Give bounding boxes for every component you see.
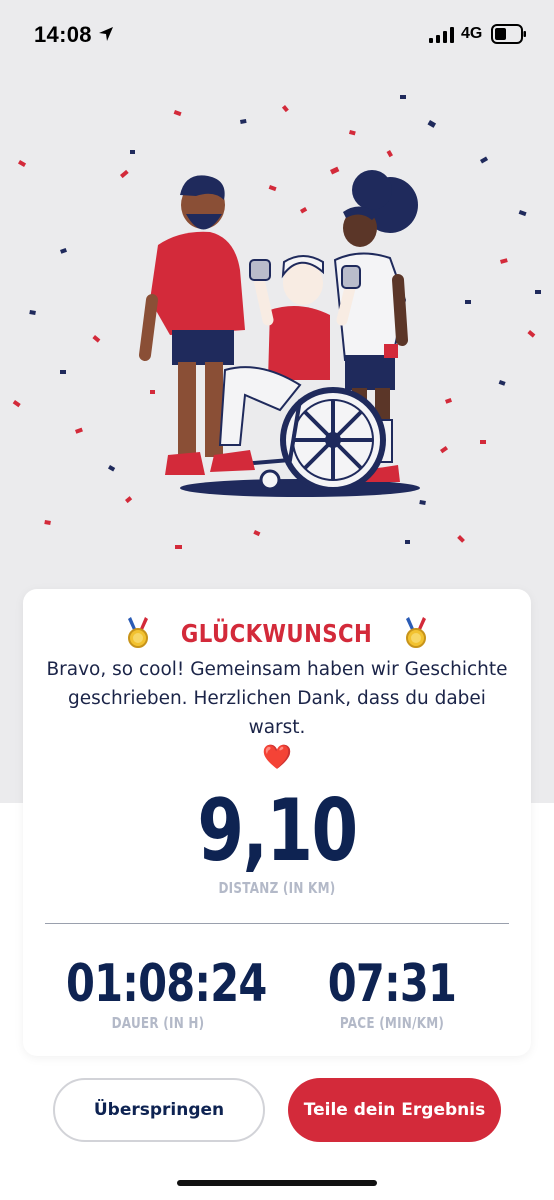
result-card: GLÜCKWUNSCH Bravo, so cool! Gemeinsam ha… [23, 589, 531, 1056]
medal-icon [127, 617, 148, 648]
card-message-block: Bravo, so cool! Gemeinsam haben wir Gesc… [41, 655, 513, 772]
card-message: Bravo, so cool! Gemeinsam haben wir Gesc… [46, 659, 508, 738]
divider [45, 923, 509, 924]
duration-value: 01:08:24 [66, 954, 267, 1014]
distance-value: 9,10 [197, 781, 358, 881]
celebration-illustration [12, 95, 541, 549]
heart-emoji: ❤️ [262, 743, 292, 771]
pace-value: 07:31 [327, 954, 457, 1014]
pace-label: PACE (MIN/KM) [339, 1014, 445, 1032]
network-type: 4G [461, 25, 483, 42]
skip-button[interactable]: Überspringen [53, 1078, 265, 1142]
pace-stat: 07:31 PACE (MIN/KM) [277, 955, 507, 1032]
status-bar: 14:08 4G [0, 0, 554, 70]
battery-icon [491, 24, 526, 44]
home-indicator[interactable] [177, 1180, 377, 1186]
share-result-button[interactable]: Teile dein Ergebnis [288, 1078, 501, 1142]
card-headline: GLÜCKWUNSCH [23, 617, 531, 649]
card-title: GLÜCKWUNSCH [181, 618, 373, 648]
duration-label: DAUER (IN H) [111, 1014, 205, 1032]
status-time: 14:08 [34, 22, 92, 47]
signal-bars-icon [429, 27, 454, 43]
location-arrow-icon [99, 27, 113, 41]
distance-label: DISTANZ (IN KM) [218, 879, 336, 897]
duration-stat: 01:08:24 DAUER (IN H) [43, 955, 273, 1032]
medal-icon [406, 617, 427, 648]
